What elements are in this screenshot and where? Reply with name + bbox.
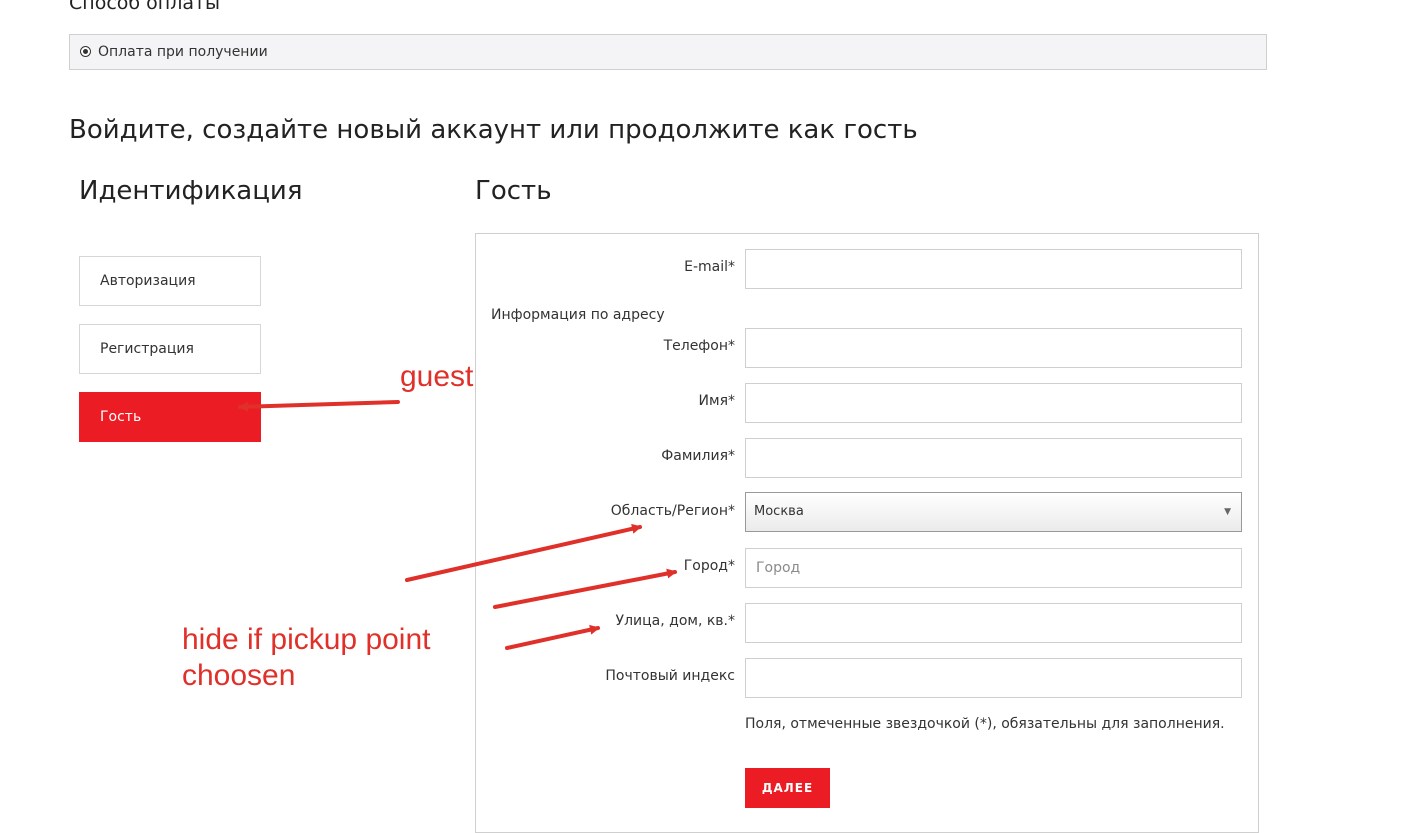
email-label: E-mail* — [684, 259, 735, 275]
payment-title: Способ оплаты — [69, 0, 221, 14]
phone-field[interactable] — [745, 328, 1242, 368]
guest-heading: Гость — [475, 176, 552, 206]
required-fields-note: Поля, отмеченные звездочкой (*), обязате… — [745, 716, 1225, 732]
annotation-guest: guest — [400, 360, 474, 393]
phone-label: Телефон* — [663, 338, 735, 354]
annotation-hide-note: hide if pickup point choosen — [182, 622, 431, 694]
region-select[interactable]: Москва ▼ — [745, 492, 1242, 532]
email-field[interactable] — [745, 249, 1242, 289]
chevron-down-icon: ▼ — [1224, 507, 1231, 517]
region-select-value: Москва — [754, 504, 804, 519]
first-name-label: Имя* — [698, 393, 735, 409]
tab-register[interactable]: Регистрация — [79, 324, 261, 374]
radio-selected-icon[interactable] — [80, 46, 91, 57]
city-label: Город* — [683, 558, 735, 574]
last-name-label: Фамилия* — [661, 448, 735, 464]
identification-heading: Идентификация — [79, 176, 303, 206]
postal-code-field[interactable] — [745, 658, 1242, 698]
postal-code-label: Почтовый индекс — [605, 668, 735, 684]
payment-option-label: Оплата при получении — [98, 44, 268, 60]
first-name-field[interactable] — [745, 383, 1242, 423]
guest-form-panel — [475, 233, 1259, 833]
street-field[interactable] — [745, 603, 1242, 643]
annotation-hide-line1: hide if pickup point — [182, 623, 431, 656]
next-button[interactable]: ДАЛЕЕ — [745, 768, 830, 808]
page-heading: Войдите, создайте новый аккаунт или прод… — [69, 115, 918, 145]
tab-guest[interactable]: Гость — [79, 392, 261, 442]
street-label: Улица, дом, кв.* — [615, 613, 735, 629]
last-name-field[interactable] — [745, 438, 1242, 478]
payment-option-cod[interactable]: Оплата при получении — [69, 34, 1267, 70]
address-section-label: Информация по адресу — [491, 307, 665, 323]
arrow-guest — [238, 400, 400, 412]
tab-login[interactable]: Авторизация — [79, 256, 261, 306]
city-field[interactable] — [745, 548, 1242, 588]
annotation-hide-line2: choosen — [182, 659, 296, 692]
region-label: Область/Регион* — [610, 503, 735, 519]
